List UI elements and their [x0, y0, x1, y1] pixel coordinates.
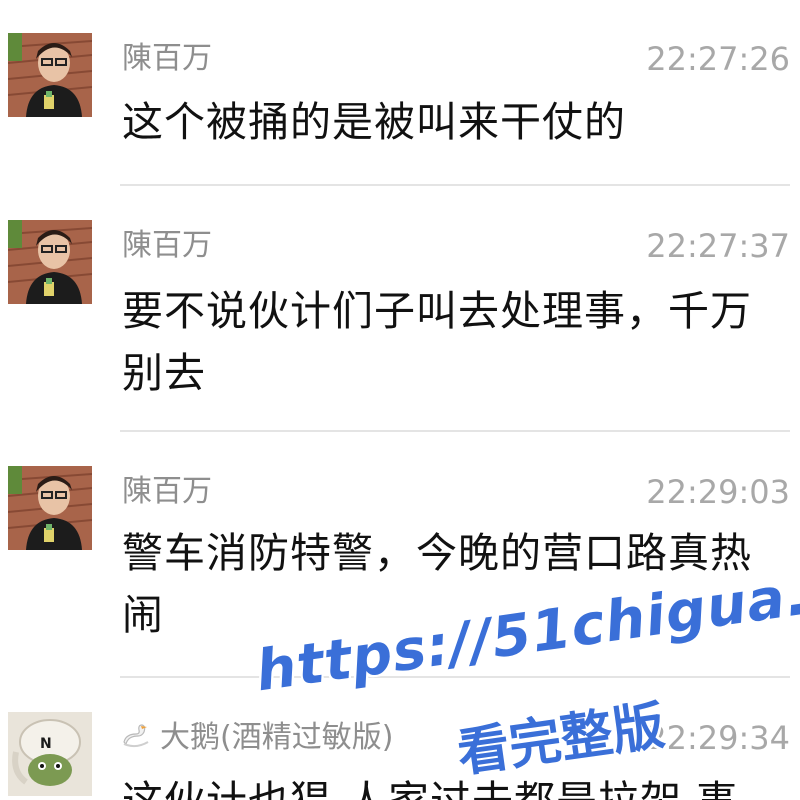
avatar[interactable]	[8, 466, 92, 550]
chat-message-list: 陳百万 22:27:26 这个被捅的是被叫来干仗的 陳百万 22:27:37 要…	[0, 0, 800, 800]
sender-name: 大鹅(酒精过敏版)	[122, 718, 393, 758]
avatar[interactable]: N	[8, 712, 92, 796]
message-text: 这个被捅的是被叫来干仗的	[122, 98, 626, 146]
sender-name: 陳百万	[122, 41, 212, 76]
svg-text:N: N	[40, 736, 52, 752]
avatar-photo	[8, 33, 92, 117]
divider	[120, 430, 790, 432]
message-time: 22:29:34	[646, 719, 790, 757]
divider	[120, 184, 790, 186]
message-time: 22:27:37	[646, 227, 790, 265]
avatar-photo	[8, 466, 92, 550]
avatar-photo: N	[8, 712, 92, 796]
message-text: 这伙计也猖 人家过去都是拉架 事	[122, 770, 772, 800]
message-text: 要不说伙计们子叫去处理事，千万别去	[122, 287, 752, 397]
swan-emoji-icon	[123, 724, 149, 748]
message-time: 22:27:26	[646, 40, 790, 78]
avatar[interactable]	[8, 220, 92, 304]
avatar-photo	[8, 220, 92, 304]
sender-name: 陳百万	[122, 474, 212, 509]
message-time: 22:29:03	[646, 473, 790, 511]
sender-name: 陳百万	[122, 228, 212, 263]
sender-name-text: 大鹅(酒精过敏版)	[160, 720, 394, 755]
avatar[interactable]	[8, 33, 92, 117]
